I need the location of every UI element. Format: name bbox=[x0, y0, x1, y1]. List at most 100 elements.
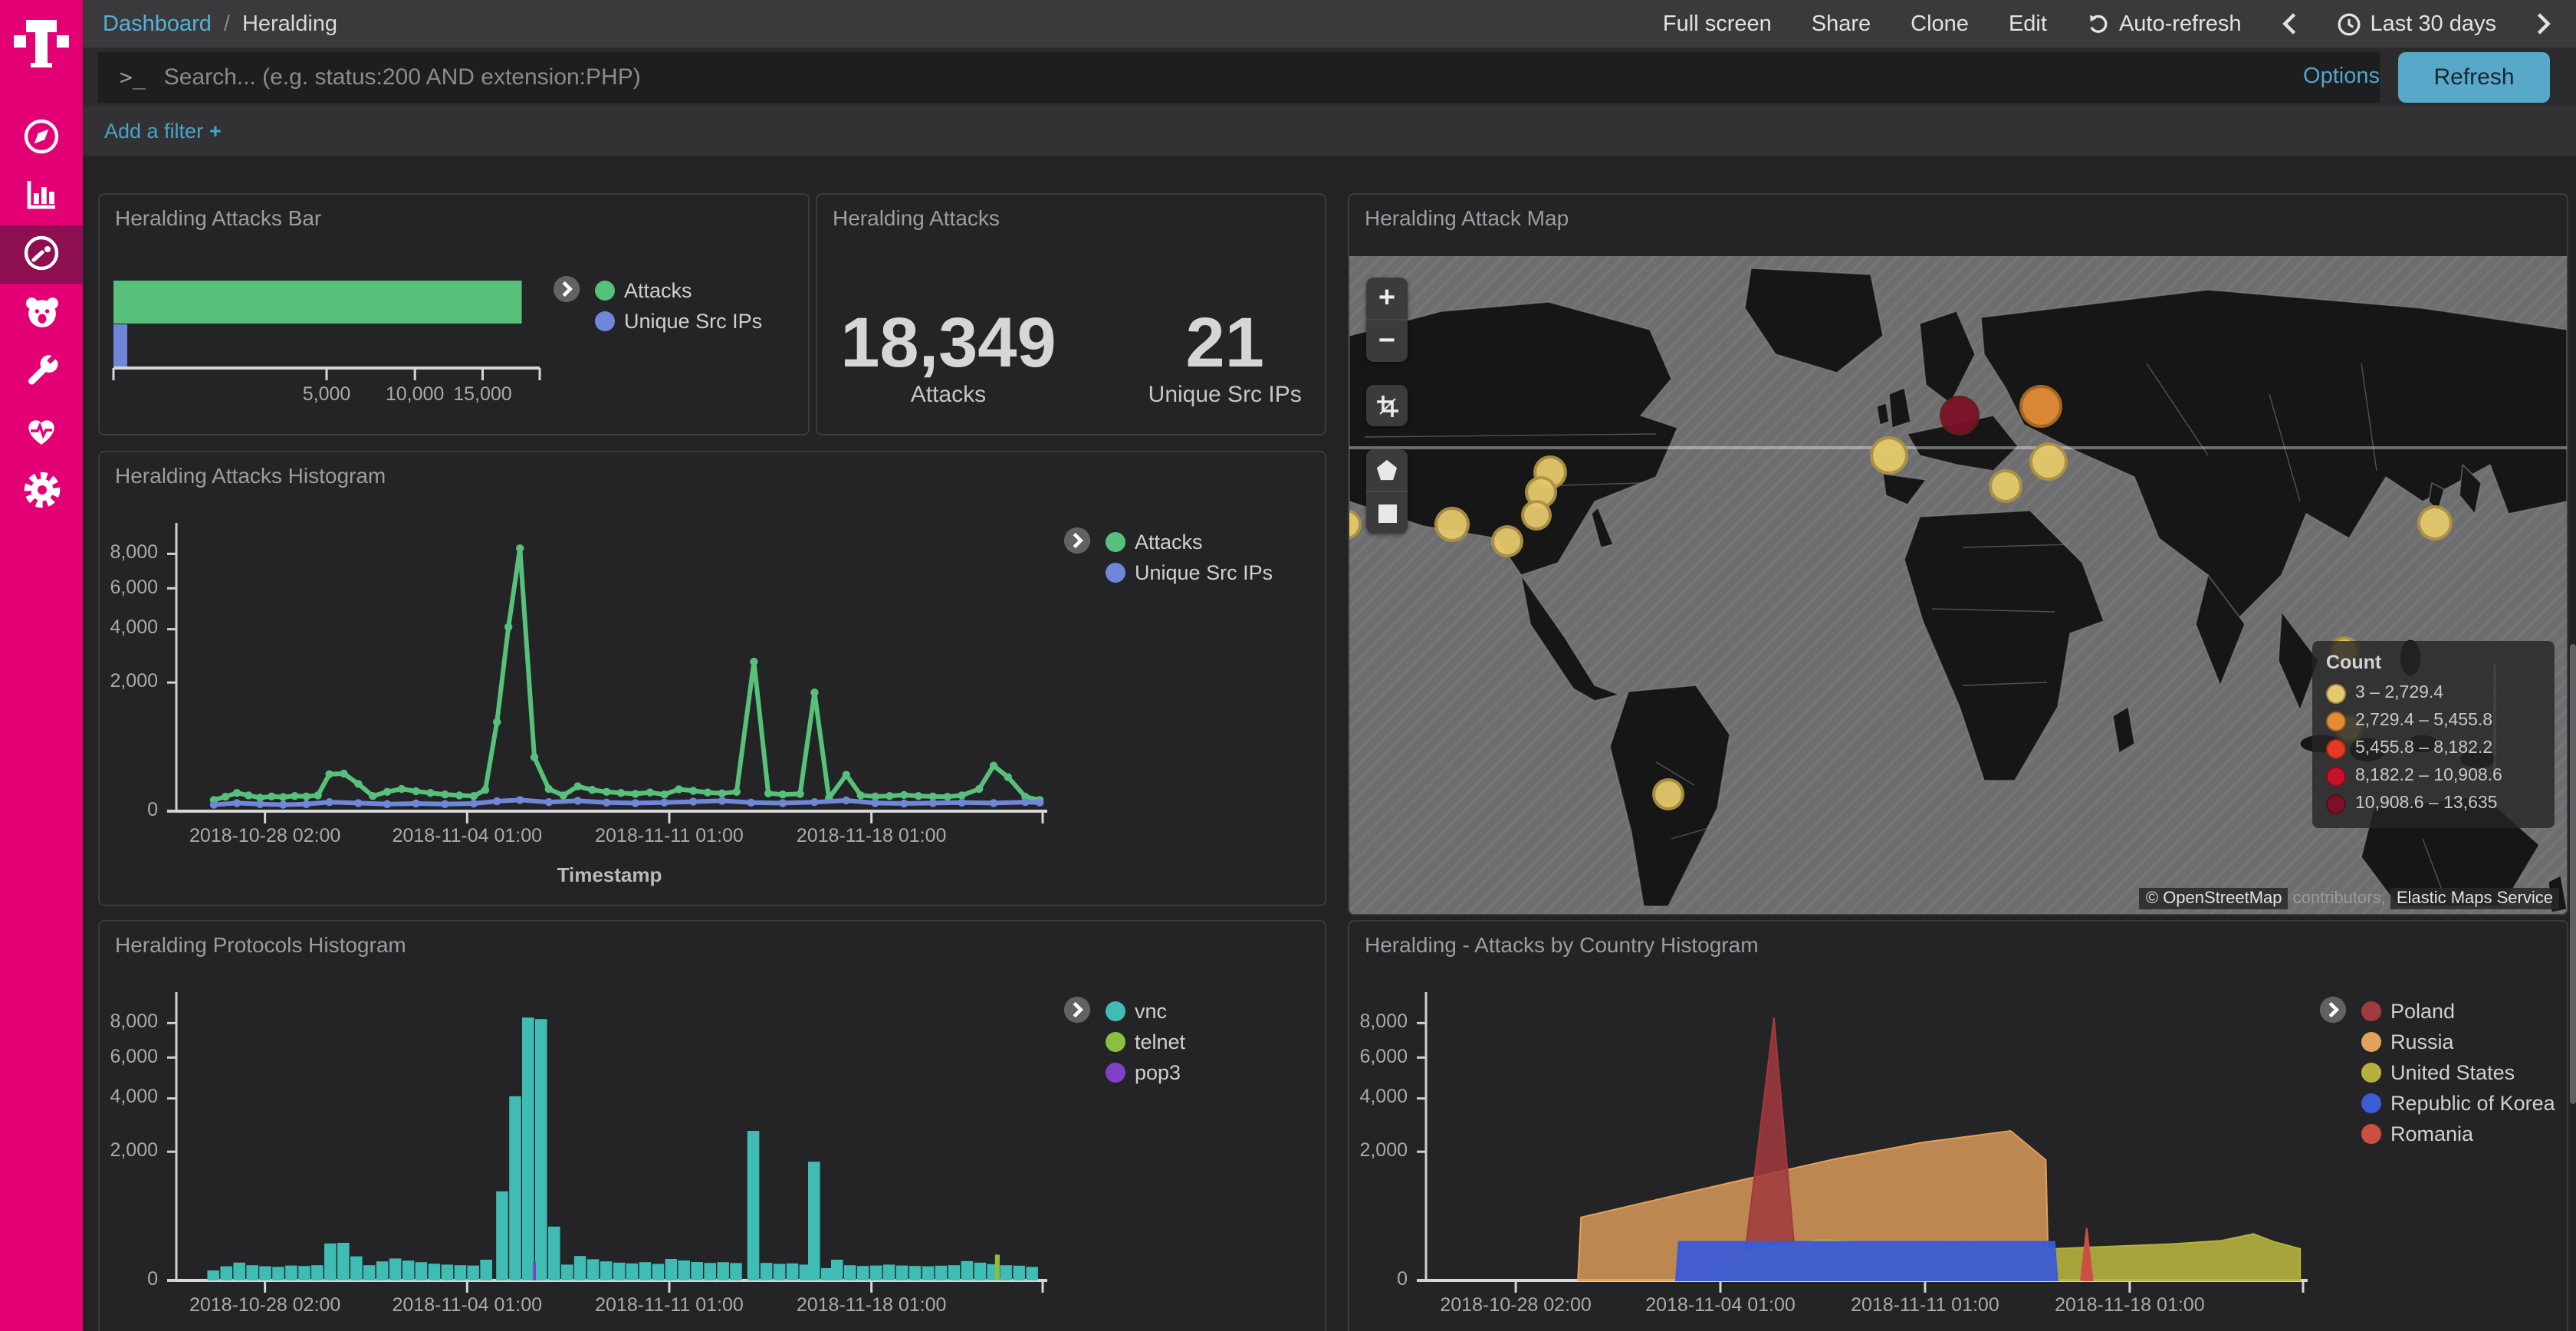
panel-title: Heralding Attack Map bbox=[1365, 205, 1569, 230]
axis-label: 8,000 bbox=[1359, 1011, 1408, 1032]
country-area-chart[interactable]: 02,0004,0006,0008,0002018-10-28 02:00201… bbox=[1426, 1007, 2303, 1280]
map-controls: + − bbox=[1366, 278, 1408, 557]
world-map[interactable]: + − bbox=[1349, 256, 2567, 914]
legend-dot bbox=[2361, 1123, 2381, 1143]
map-count-legend: Count 3 – 2,729.42,729.4 – 5,455.85,455.… bbox=[2312, 641, 2555, 828]
axis-label: 2018-10-28 02:00 bbox=[150, 825, 380, 846]
legend-expand-button[interactable] bbox=[1063, 526, 1092, 587]
add-filter-link[interactable]: Add a filter+ bbox=[83, 119, 222, 142]
attacks-bar-chart[interactable]: 5,00010,00015,000 bbox=[113, 281, 540, 368]
time-forward-button[interactable] bbox=[2536, 12, 2551, 35]
legend-expand-button[interactable] bbox=[2318, 995, 2348, 1149]
legend-dot bbox=[2326, 738, 2346, 758]
legend-item-romania[interactable]: Romania bbox=[2361, 1118, 2555, 1149]
sidebar-item-dev-tools[interactable] bbox=[0, 340, 83, 399]
map-bubble[interactable] bbox=[1989, 469, 2022, 503]
axis-label: 4,000 bbox=[110, 617, 158, 639]
legend-item-republic-of-korea[interactable]: Republic of Korea bbox=[2361, 1087, 2555, 1118]
map-fit-data-button[interactable] bbox=[1366, 385, 1408, 426]
nav-actions: Full screen Share Clone Edit Auto-refres… bbox=[1663, 12, 2576, 36]
legend-expand-button[interactable] bbox=[552, 274, 581, 336]
legend-item-united-states[interactable]: United States bbox=[2361, 1057, 2555, 1087]
metric-value: 18,349 bbox=[840, 305, 1056, 379]
clone-button[interactable]: Clone bbox=[1911, 12, 1969, 36]
panel-protocols-histogram: Heralding Protocols Histogram 02,0004,00… bbox=[98, 920, 1326, 1331]
map-bubble[interactable] bbox=[1869, 436, 1907, 475]
breadcrumb-dashboard-link[interactable]: Dashboard bbox=[103, 12, 212, 36]
panel-country-histogram: Heralding - Attacks by Country Histogram… bbox=[1348, 920, 2568, 1331]
sidebar-item-dashboard[interactable] bbox=[0, 224, 83, 282]
axis-label: 4,000 bbox=[110, 1086, 158, 1108]
osm-attribution[interactable]: © OpenStreetMap bbox=[2140, 888, 2288, 909]
legend-dot bbox=[595, 280, 615, 300]
map-bubble[interactable] bbox=[1652, 778, 1684, 810]
map-legend-row: 2,729.4 – 5,455.8 bbox=[2326, 707, 2541, 735]
page-scrollbar[interactable] bbox=[2570, 644, 2576, 1104]
axis-label: 0 bbox=[147, 799, 158, 820]
map-bubble[interactable] bbox=[1434, 507, 1469, 542]
refresh-cycle-icon bbox=[2087, 12, 2110, 35]
legend-item-attacks[interactable]: Attacks bbox=[1106, 526, 1273, 557]
edit-button[interactable]: Edit bbox=[2009, 12, 2047, 36]
map-draw-polygon-button[interactable] bbox=[1366, 449, 1408, 492]
search-input[interactable] bbox=[161, 63, 2380, 92]
legend-dot bbox=[1106, 1031, 1125, 1051]
panel-title: Heralding Protocols Histogram bbox=[115, 932, 406, 957]
map-bubble[interactable] bbox=[2417, 505, 2453, 541]
legend-item-telnet[interactable]: telnet bbox=[1106, 1026, 1185, 1057]
legend-dot bbox=[2361, 1093, 2381, 1112]
sidebar-item-management[interactable] bbox=[0, 460, 83, 518]
time-back-button[interactable] bbox=[2282, 12, 2297, 35]
axis-label: 6,000 bbox=[110, 576, 158, 597]
map-bubble[interactable] bbox=[1940, 396, 1980, 435]
search-toolbar: >_ Options Refresh bbox=[83, 48, 2576, 106]
sidebar-item-discover[interactable] bbox=[0, 107, 83, 166]
t-mobile-logo[interactable] bbox=[0, 0, 83, 83]
map-bubble[interactable] bbox=[1491, 525, 1523, 557]
map-bubble[interactable] bbox=[2029, 442, 2068, 481]
axis-label: 2,000 bbox=[110, 670, 158, 692]
share-button[interactable]: Share bbox=[1812, 12, 1871, 36]
elastic-maps-attribution[interactable]: Elastic Maps Service bbox=[2390, 888, 2559, 909]
metric-label: Attacks bbox=[840, 382, 1056, 408]
legend-item-russia[interactable]: Russia bbox=[2361, 1026, 2555, 1057]
legend-expand-button[interactable] bbox=[1063, 995, 1092, 1087]
axis-label: 4,000 bbox=[1359, 1086, 1408, 1108]
legend-dot bbox=[2326, 711, 2346, 731]
legend-dot bbox=[2326, 794, 2346, 813]
sidebar-item-visualize[interactable] bbox=[0, 166, 83, 224]
legend-item-vnc[interactable]: vnc bbox=[1106, 995, 1185, 1026]
auto-refresh-button[interactable]: Auto-refresh bbox=[2087, 12, 2242, 36]
map-zoom-out-button[interactable]: − bbox=[1366, 320, 1408, 362]
map-draw-rectangle-button[interactable] bbox=[1366, 492, 1408, 534]
legend-item-poland[interactable]: Poland bbox=[2361, 995, 2555, 1026]
legend-dot bbox=[2361, 1062, 2381, 1082]
plus-icon: + bbox=[209, 119, 222, 142]
legend-item-pop3[interactable]: pop3 bbox=[1106, 1057, 1185, 1087]
panel-attacks-bar: Heralding Attacks Bar 5,00010,00015,000 … bbox=[98, 193, 810, 435]
map-bubble[interactable] bbox=[2019, 385, 2062, 428]
metric-attacks: 18,349 Attacks bbox=[840, 305, 1056, 408]
protocols-bar-chart[interactable]: 02,0004,0006,0008,0002018-10-28 02:00201… bbox=[176, 1007, 1043, 1280]
full-screen-button[interactable]: Full screen bbox=[1663, 12, 1772, 36]
attacks-line-chart[interactable]: 02,0004,0006,0008,0002018-10-28 02:00201… bbox=[176, 538, 1043, 811]
map-zoom-in-button[interactable]: + bbox=[1366, 278, 1408, 320]
wrench-icon bbox=[22, 350, 61, 389]
axis-label: Timestamp bbox=[176, 863, 1043, 886]
sidebar-item-monitoring[interactable] bbox=[0, 402, 83, 460]
legend-item-attacks[interactable]: Attacks bbox=[595, 274, 762, 305]
breadcrumb-separator: / bbox=[224, 12, 230, 36]
map-attribution: © OpenStreetMap contributors, Elastic Ma… bbox=[2140, 889, 2559, 908]
compass-icon bbox=[21, 117, 61, 156]
sidebar-item-bear[interactable] bbox=[0, 282, 83, 340]
legend-item-unique-src-ips[interactable]: Unique Src IPs bbox=[595, 305, 762, 336]
refresh-button[interactable]: Refresh bbox=[2398, 52, 2550, 103]
panel-title: Heralding Attacks Bar bbox=[115, 205, 321, 230]
axis-label: 6,000 bbox=[1359, 1045, 1408, 1066]
map-bubble[interactable] bbox=[1522, 499, 1552, 530]
legend-item-unique-src-ips[interactable]: Unique Src IPs bbox=[1106, 557, 1273, 587]
options-link[interactable]: Options bbox=[2303, 48, 2380, 106]
time-range-picker[interactable]: Last 30 days bbox=[2337, 12, 2496, 36]
chevron-right-icon bbox=[2536, 12, 2551, 35]
clock-icon bbox=[2337, 12, 2361, 36]
